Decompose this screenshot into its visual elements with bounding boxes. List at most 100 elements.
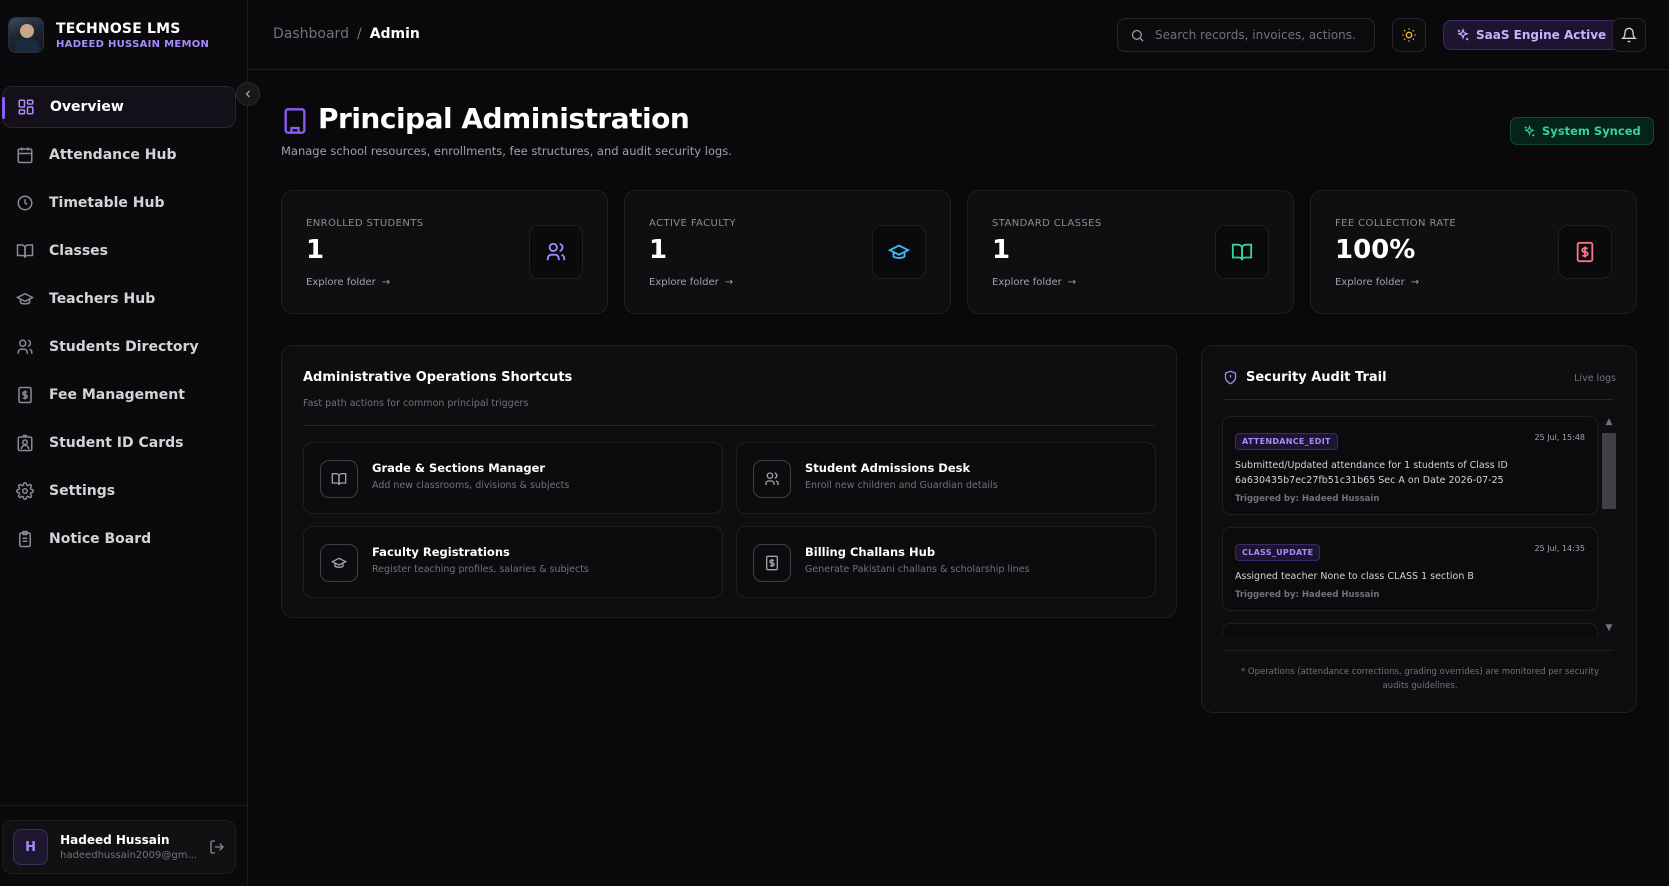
sidebar-item-overview[interactable]: Overview	[2, 86, 236, 128]
stat-label: ACTIVE FACULTY	[649, 218, 736, 229]
search-box[interactable]	[1117, 18, 1375, 52]
clock-icon	[15, 193, 35, 213]
receipt-icon	[1558, 225, 1612, 279]
stat-label: ENROLLED STUDENTS	[306, 218, 424, 229]
arrow-right-icon: →	[1410, 277, 1420, 288]
breadcrumb-separator: /	[356, 26, 362, 42]
shortcut-desc: Enroll new children and Guardian details	[805, 480, 998, 491]
graduation-cap-icon	[320, 544, 358, 582]
gear-icon	[15, 481, 35, 501]
sidebar-item-id-cards[interactable]: Student ID Cards	[2, 422, 236, 464]
clipboard-icon	[15, 529, 35, 549]
explore-folder-link[interactable]: Explore folder →	[649, 277, 733, 288]
explore-folder-link[interactable]: Explore folder →	[992, 277, 1076, 288]
sidebar-item-label: Settings	[49, 483, 116, 499]
page-description: Manage school resources, enrollments, fe…	[281, 144, 732, 158]
sidebar-item-label: Teachers Hub	[49, 291, 156, 307]
breadcrumb-dashboard[interactable]: Dashboard	[273, 26, 349, 42]
audit-log-item-partial	[1222, 623, 1598, 636]
users-icon	[529, 225, 583, 279]
sparkles-icon	[1524, 124, 1535, 136]
audit-title: Security Audit Trail	[1246, 370, 1387, 385]
dashboard-icon	[16, 97, 36, 117]
audit-footnote: * Operations (attendance corrections, gr…	[1240, 667, 1599, 691]
shortcuts-panel: Administrative Operations Shortcuts Fast…	[281, 345, 1177, 618]
shortcut-grade-sections[interactable]: Grade & Sections Manager Add new classro…	[303, 442, 723, 514]
audit-log-list[interactable]: ATTENDANCE_EDIT 25 Jul, 15:48 Submitted/…	[1222, 416, 1598, 636]
user-name: Hadeed Hussain	[60, 833, 170, 847]
sidebar-item-classes[interactable]: Classes	[2, 230, 236, 272]
explore-folder-link[interactable]: Explore folder →	[306, 277, 390, 288]
saas-badge-label: SaaS Engine Active	[1476, 28, 1607, 42]
stat-card-standard-classes[interactable]: STANDARD CLASSES 1 Explore folder →	[967, 190, 1294, 314]
collapse-sidebar-button[interactable]	[236, 82, 260, 106]
stat-card-enrolled-students[interactable]: ENROLLED STUDENTS 1 Explore folder →	[281, 190, 608, 314]
sidebar-item-settings[interactable]: Settings	[2, 470, 236, 512]
logout-icon[interactable]	[209, 839, 225, 855]
breadcrumb-current: Admin	[369, 26, 420, 42]
stat-value: 1	[649, 235, 668, 265]
sidebar-item-teachers[interactable]: Teachers Hub	[2, 278, 236, 320]
stat-card-active-faculty[interactable]: ACTIVE FACULTY 1 Explore folder →	[624, 190, 951, 314]
user-email: hadeedhussain2009@gm...	[60, 850, 197, 861]
sidebar-item-attendance[interactable]: Attendance Hub	[2, 134, 236, 176]
stat-value: 1	[992, 235, 1011, 265]
explore-label: Explore folder	[992, 277, 1062, 288]
log-trigger: Triggered by: Hadeed Hussain	[1235, 590, 1380, 600]
building-icon	[281, 107, 309, 135]
bell-icon	[1621, 27, 1637, 43]
brand[interactable]: TECHNOSE LMS HADEED HUSSAIN MEMON	[8, 16, 209, 54]
id-badge-icon	[15, 433, 35, 453]
users-icon	[15, 337, 35, 357]
shortcut-desc: Add new classrooms, divisions & subjects	[372, 480, 570, 491]
user-profile[interactable]: H Hadeed Hussain hadeedhussain2009@gm...	[2, 820, 236, 874]
chevron-down-icon[interactable]: ▼	[1604, 623, 1614, 633]
calendar-icon	[15, 145, 35, 165]
explore-label: Explore folder	[649, 277, 719, 288]
breadcrumb: Dashboard / Admin	[273, 26, 420, 42]
sidebar-item-timetable[interactable]: Timetable Hub	[2, 182, 236, 224]
search-input[interactable]	[1155, 28, 1355, 42]
sidebar-item-label: Timetable Hub	[49, 195, 165, 211]
sidebar-item-label: Overview	[50, 99, 124, 115]
chevron-left-icon	[245, 90, 250, 98]
audit-header: Security Audit Trail	[1223, 370, 1387, 385]
audit-log-item: ATTENDANCE_EDIT 25 Jul, 15:48 Submitted/…	[1222, 416, 1598, 515]
sidebar-item-students[interactable]: Students Directory	[2, 326, 236, 368]
shortcut-title: Student Admissions Desk	[805, 461, 971, 475]
theme-toggle-button[interactable]	[1392, 18, 1426, 52]
shortcut-desc: Register teaching profiles, salaries & s…	[372, 564, 589, 575]
divider	[1223, 650, 1613, 651]
log-timestamp: 25 Jul, 15:48	[1534, 433, 1585, 442]
sidebar-item-fees[interactable]: Fee Management	[2, 374, 236, 416]
chevron-up-icon[interactable]: ▲	[1604, 417, 1614, 427]
notifications-button[interactable]	[1612, 18, 1646, 52]
shortcut-billing[interactable]: Billing Challans Hub Generate Pakistani …	[736, 526, 1156, 598]
sidebar-item-label: Students Directory	[49, 339, 199, 355]
sparkles-icon	[1457, 28, 1469, 41]
stat-card-fee-collection[interactable]: FEE COLLECTION RATE 100% Explore folder →	[1310, 190, 1637, 314]
sidebar-item-notice-board[interactable]: Notice Board	[2, 518, 236, 560]
explore-label: Explore folder	[1335, 277, 1405, 288]
sync-badge-label: System Synced	[1542, 124, 1641, 138]
page-title: Principal Administration	[318, 102, 690, 135]
stat-label: FEE COLLECTION RATE	[1335, 218, 1457, 229]
user-avatar: H	[13, 829, 49, 865]
book-open-icon	[1215, 225, 1269, 279]
sidebar-nav: Overview Attendance Hub Timetable Hub Cl…	[2, 86, 236, 566]
graduation-cap-icon	[15, 289, 35, 309]
scrollbar-thumb[interactable]	[1602, 433, 1616, 509]
book-open-icon	[15, 241, 35, 261]
shortcut-admissions[interactable]: Student Admissions Desk Enroll new child…	[736, 442, 1156, 514]
shortcut-faculty[interactable]: Faculty Registrations Register teaching …	[303, 526, 723, 598]
audit-scrollbar[interactable]: ▲ ▼	[1602, 415, 1616, 635]
brand-avatar	[8, 17, 44, 53]
explore-folder-link[interactable]: Explore folder →	[1335, 277, 1419, 288]
shortcut-title: Faculty Registrations	[372, 545, 510, 559]
graduation-cap-icon	[872, 225, 926, 279]
shield-icon	[1224, 370, 1237, 385]
sidebar-item-label: Attendance Hub	[49, 147, 177, 163]
saas-engine-badge[interactable]: SaaS Engine Active	[1443, 20, 1620, 50]
explore-label: Explore folder	[306, 277, 376, 288]
receipt-icon	[753, 544, 791, 582]
